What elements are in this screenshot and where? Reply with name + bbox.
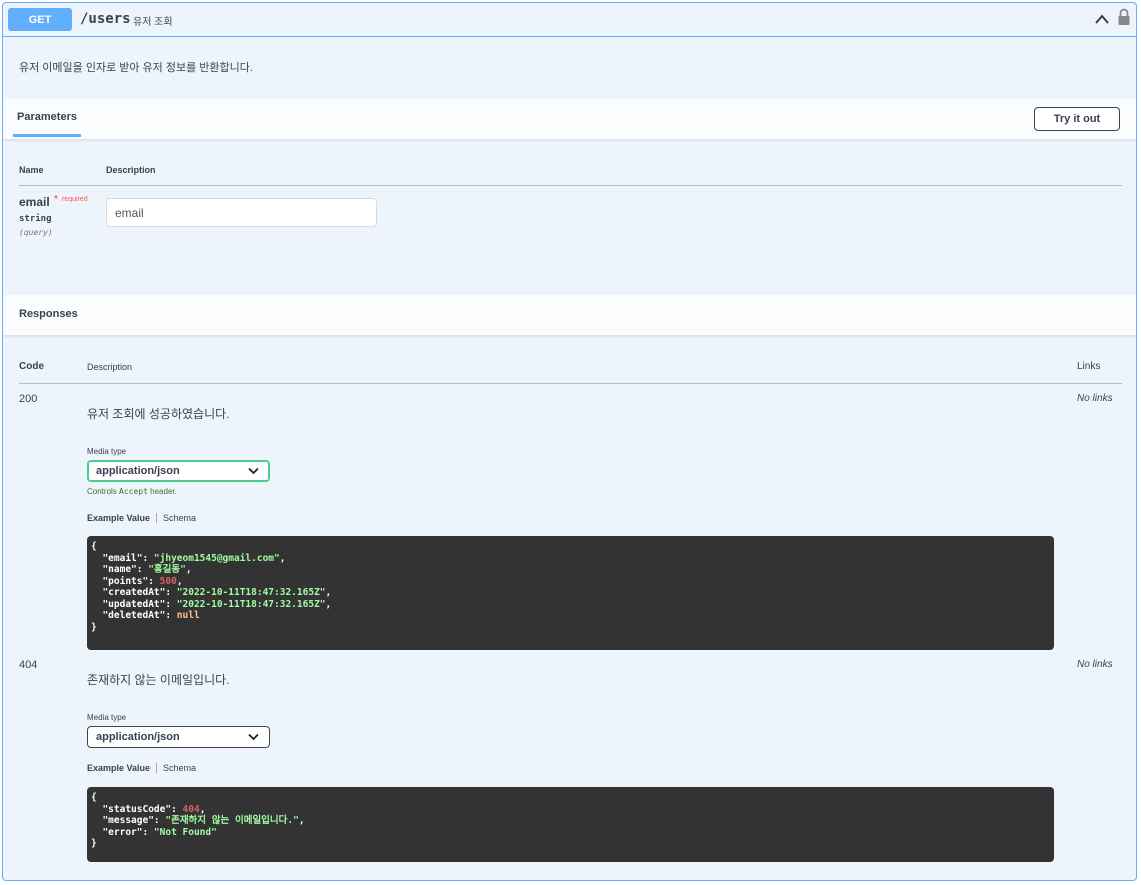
media-type-value: application/json (96, 465, 180, 477)
tab-example-value[interactable]: Example Value (87, 763, 150, 773)
param-description-column-header: Description (106, 165, 156, 175)
response-code-200: 200 (19, 393, 38, 405)
chevron-up-icon[interactable] (1094, 12, 1110, 26)
response-description-404: 존재하지 않는 이메일입니다. (87, 673, 230, 687)
tab-schema[interactable]: Schema (163, 513, 196, 523)
example-code-200: { "email": "jhyeom1545@gmail.com", "name… (87, 536, 1054, 650)
example-tabs-404: Example Value Schema (87, 763, 196, 773)
response-description-column-header: Description (87, 362, 133, 372)
param-name-column-header: Name (19, 165, 44, 175)
response-links-200: No links (1077, 393, 1113, 404)
responses-header: Responses (3, 295, 1136, 336)
lock-icon[interactable] (1117, 8, 1131, 26)
media-type-label-404: Media type (87, 713, 127, 722)
tab-separator (156, 513, 158, 523)
tab-parameters[interactable]: Parameters (13, 99, 81, 137)
chevron-down-icon (248, 733, 259, 741)
response-links-404: No links (1077, 659, 1113, 670)
operation-path: /users (80, 11, 131, 27)
responses-title: Responses (19, 308, 78, 320)
parameters-header: Parameters Try it out (3, 99, 1136, 140)
response-header-divider (19, 383, 1122, 384)
media-type-select-404[interactable]: application/json (87, 726, 270, 748)
required-star: * (54, 194, 58, 205)
email-input[interactable] (106, 198, 377, 227)
operation-block: GET /users 유저 조회 유저 이메일을 인자로 받아 유저 정보를 반… (2, 2, 1137, 881)
param-type: string (19, 214, 52, 224)
param-name: email (19, 195, 50, 209)
response-code-404: 404 (19, 659, 38, 671)
example-tabs-200: Example Value Schema (87, 513, 196, 523)
response-description-200: 유저 조회에 성공하였습니다. (87, 407, 230, 421)
example-code-404: { "statusCode": 404, "message": "존재하지 않는… (87, 787, 1054, 862)
tab-separator (156, 763, 158, 773)
try-it-out-button[interactable]: Try it out (1034, 107, 1120, 131)
required-label: required (62, 196, 88, 203)
operation-summary[interactable]: GET /users 유저 조회 (3, 3, 1136, 37)
method-badge: GET (8, 8, 72, 31)
media-type-label-200: Media type (87, 447, 127, 456)
operation-summary-text: 유저 조회 (133, 17, 173, 28)
code-column-header: Code (19, 361, 44, 372)
param-location: (query) (19, 228, 53, 237)
media-type-select-200[interactable]: application/json (87, 460, 270, 482)
media-type-value: application/json (96, 731, 180, 743)
links-column-header: Links (1077, 361, 1101, 372)
operation-description: 유저 이메일을 인자로 받아 유저 정보를 반환합니다. (19, 62, 253, 74)
chevron-down-icon (248, 467, 259, 475)
controls-accept-note: Controls Accept header. (87, 487, 177, 496)
tab-schema[interactable]: Schema (163, 763, 196, 773)
tab-example-value[interactable]: Example Value (87, 513, 150, 523)
param-header-divider (19, 185, 1122, 186)
